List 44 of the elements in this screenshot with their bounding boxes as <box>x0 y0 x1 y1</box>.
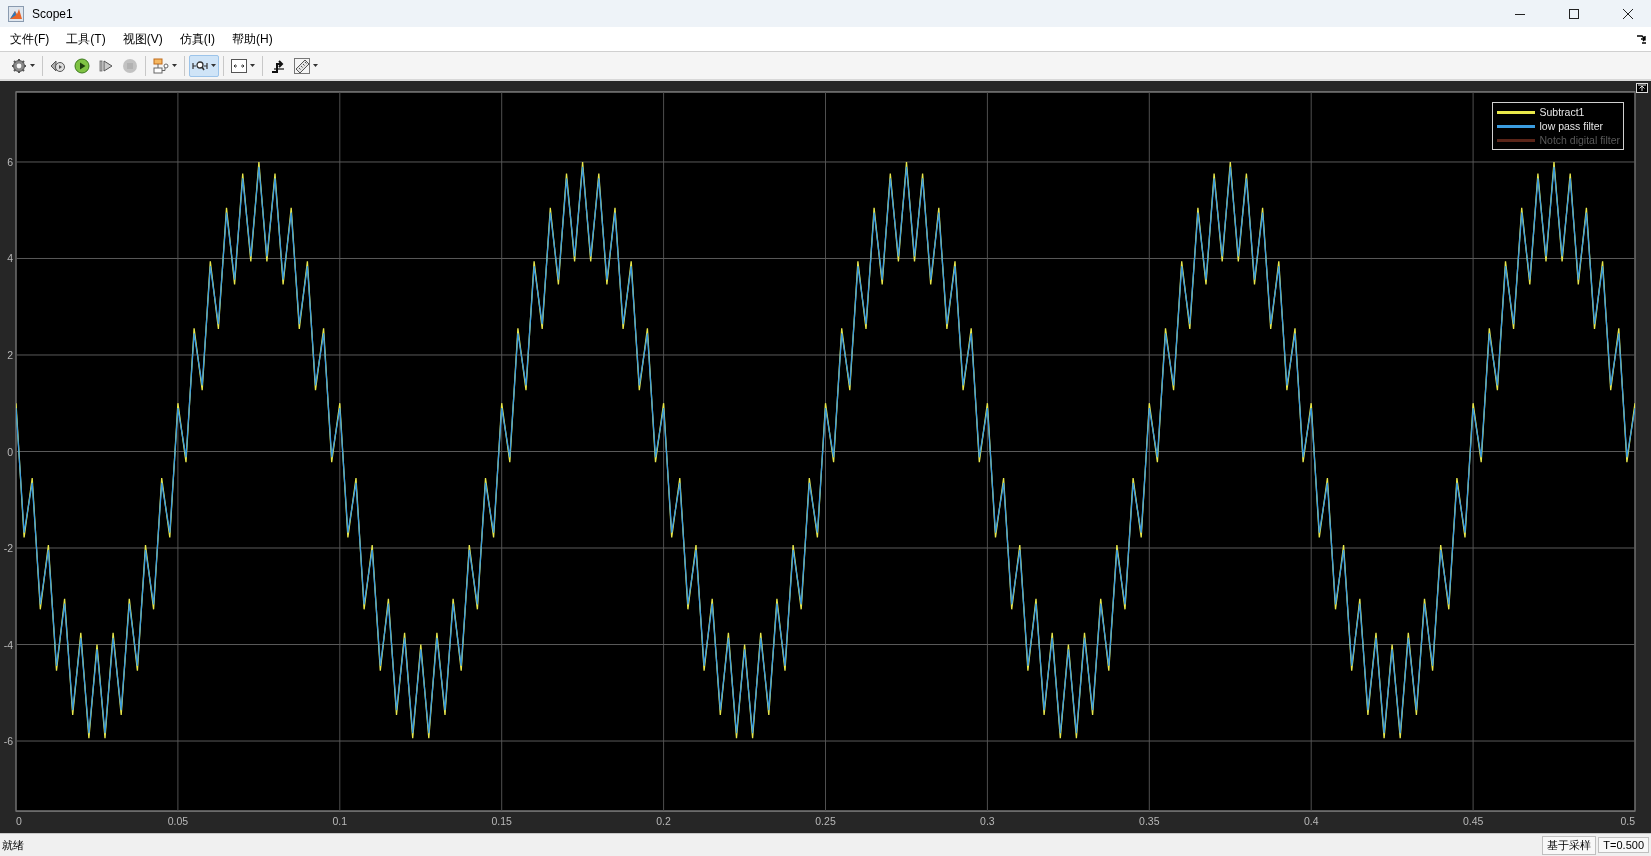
window-title: Scope1 <box>32 6 74 21</box>
tick-label: 0 <box>16 815 22 827</box>
tick-label: 0.5 <box>1620 815 1635 827</box>
menu-item[interactable]: 工具(T) <box>59 28 113 50</box>
tick-label: 0.15 <box>491 815 512 827</box>
status-field: 基于采样 <box>1542 835 1597 855</box>
step-signal-icon <box>270 57 286 74</box>
tick-label: 0.35 <box>1139 815 1160 827</box>
tick-label: -6 <box>3 735 13 748</box>
tick-label: 6 <box>7 155 13 168</box>
maximize-icon <box>1569 8 1579 19</box>
legend-label: Subtract1 <box>1539 106 1585 118</box>
legend-label: low pass filter <box>1539 120 1604 132</box>
undock-icon[interactable] <box>1636 83 1648 93</box>
menu-item[interactable]: 文件(F) <box>3 28 57 50</box>
tick-label: 0.1 <box>332 815 348 827</box>
stop-icon <box>122 57 138 74</box>
app-logo-icon <box>8 5 24 22</box>
tick-label: 0.25 <box>815 815 836 827</box>
gear-icon <box>11 57 27 74</box>
tick-label: 2 <box>7 349 13 361</box>
legend-label: Notch digital filter <box>1539 134 1620 146</box>
menu-item[interactable]: 帮助(H) <box>225 28 280 50</box>
tick-label: 0.3 <box>980 815 995 827</box>
ruler-icon <box>294 57 310 74</box>
tick-label: 0.05 <box>167 815 189 827</box>
close-icon <box>1623 8 1633 19</box>
tick-label: 0.45 <box>1462 815 1484 827</box>
play-icon <box>74 57 90 74</box>
tick-label: -2 <box>3 542 13 554</box>
zoom-button[interactable] <box>189 54 219 77</box>
status-text: 就绪 <box>1 837 25 853</box>
tick-label: -4 <box>3 638 13 651</box>
scale-axes-icon <box>231 57 247 74</box>
menu-item[interactable]: 视图(V) <box>115 28 170 50</box>
tick-label: 0 <box>7 445 13 458</box>
tick-label: 4 <box>7 252 13 265</box>
step-forward-icon <box>98 57 114 74</box>
tick-label: 0.4 <box>1303 815 1319 827</box>
menu-item[interactable]: 仿真(I) <box>172 28 222 50</box>
tick-label: 0.2 <box>656 815 671 827</box>
status-field: T=0.500 <box>1598 837 1649 853</box>
block-diagram-icon <box>153 57 169 74</box>
arrow-icon <box>1637 34 1647 44</box>
